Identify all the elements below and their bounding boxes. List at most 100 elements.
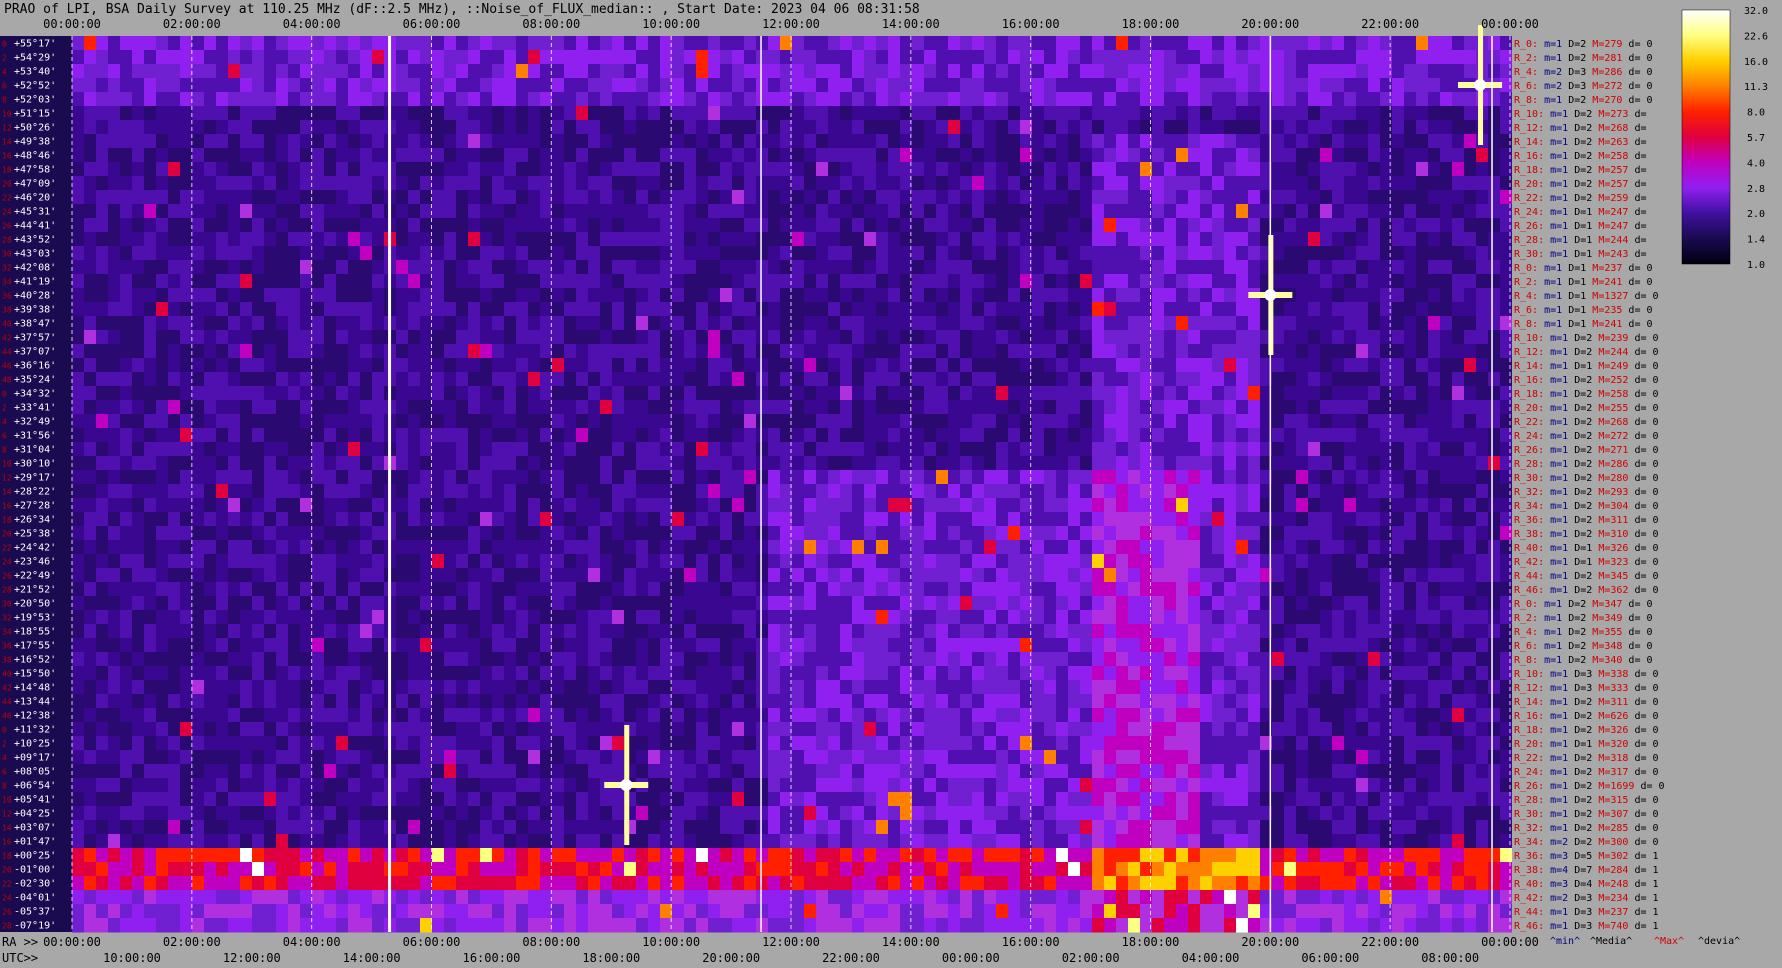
heatmap-cell [288,232,300,247]
heatmap-cell [360,428,372,443]
heatmap-cell [852,526,864,541]
heatmap-cell [1464,316,1476,331]
heatmap-cell [1008,484,1020,499]
heatmap-cell [1356,218,1368,233]
heatmap-cell [1212,78,1224,93]
heatmap-cell [1080,540,1092,555]
heatmap-cell [1116,456,1128,471]
heatmap-cell [792,190,804,205]
heatmap-cell [72,50,84,65]
heatmap-cell [1416,232,1428,247]
heatmap-cell [84,470,96,485]
heatmap-cell [288,470,300,485]
heatmap-cell [840,400,852,415]
heatmap-cell [648,232,660,247]
heatmap-cell [252,176,264,191]
heatmap-cell [1320,568,1332,583]
heatmap-cell [1092,134,1104,149]
heatmap-cell [1428,526,1440,541]
heatmap-cell [288,428,300,443]
heatmap-cell [1392,246,1404,261]
heatmap-cell [804,190,816,205]
heatmap-cell [924,176,936,191]
heatmap-cell [432,134,444,149]
heatmap-cell [600,540,612,555]
heatmap-cell [468,470,480,485]
heatmap-cell [684,386,696,401]
heatmap-cell [1236,232,1248,247]
heatmap-cell [804,232,816,247]
heatmap-cell [1008,358,1020,373]
heatmap-cell [876,358,888,373]
heatmap-cell [1080,218,1092,233]
heatmap-cell [252,50,264,65]
heatmap-cell [1248,442,1260,457]
heatmap-cell [1224,218,1236,233]
heatmap-cell [1320,232,1332,247]
heatmap-cell [768,190,780,205]
heatmap-cell [264,260,276,275]
heatmap-cell [1164,414,1176,429]
heatmap-cell [540,50,552,65]
heatmap-cell [84,316,96,331]
heatmap-cell [396,372,408,387]
heatmap-cell [360,246,372,261]
heatmap-cell [132,554,144,569]
heatmap-cell [1080,470,1092,485]
heatmap-cell [996,386,1008,401]
heatmap-cell [1344,428,1356,443]
heatmap-cell [168,400,180,415]
heatmap-cell [828,232,840,247]
heatmap-cell [72,372,84,387]
heatmap-cell [528,106,540,121]
heatmap-cell [912,36,924,51]
heatmap-cell [516,582,528,597]
heatmap-cell [984,134,996,149]
heatmap-cell [144,36,156,51]
heatmap-cell [744,50,756,65]
heatmap-cell [396,316,408,331]
heatmap-cell [180,148,192,163]
heatmap-cell [732,344,744,359]
heatmap-cell [324,120,336,135]
heatmap-cell [672,232,684,247]
heatmap-cell [1272,344,1284,359]
heatmap-cell [1428,400,1440,415]
heatmap-cell [924,92,936,107]
heatmap-cell [636,442,648,457]
heatmap-cell [348,92,360,107]
heatmap-cell [1236,596,1248,611]
heatmap-cell [1104,232,1116,247]
heatmap-cell [1212,498,1224,513]
heatmap-cell [228,400,240,415]
heatmap-cell [1200,232,1212,247]
heatmap-cell [108,344,120,359]
heatmap-cell [960,50,972,65]
heatmap-cells [72,25,1512,933]
heatmap-cell [696,372,708,387]
heatmap-cell [600,302,612,317]
heatmap-cell [1488,344,1500,359]
heatmap-cell [528,386,540,401]
heatmap-cell [876,232,888,247]
heatmap-cell [264,36,276,51]
heatmap-cell [144,190,156,205]
heatmap-cell [576,288,588,303]
heatmap-cell [1296,260,1308,275]
heatmap-cell [780,246,792,261]
heatmap-cell [804,512,816,527]
heatmap-cell [408,316,420,331]
heatmap-cell [300,64,312,79]
heatmap-cell [876,568,888,583]
heatmap-cell [612,610,624,625]
heatmap-cell [864,218,876,233]
heatmap-cell [1464,470,1476,485]
heatmap-cell [828,358,840,373]
heatmap-cell [504,302,516,317]
heatmap-cell [732,372,744,387]
heatmap-cell [1320,106,1332,121]
heatmap-cell [816,400,828,415]
heatmap-cell [900,204,912,219]
heatmap-cell [516,540,528,555]
heatmap-cell [1356,386,1368,401]
